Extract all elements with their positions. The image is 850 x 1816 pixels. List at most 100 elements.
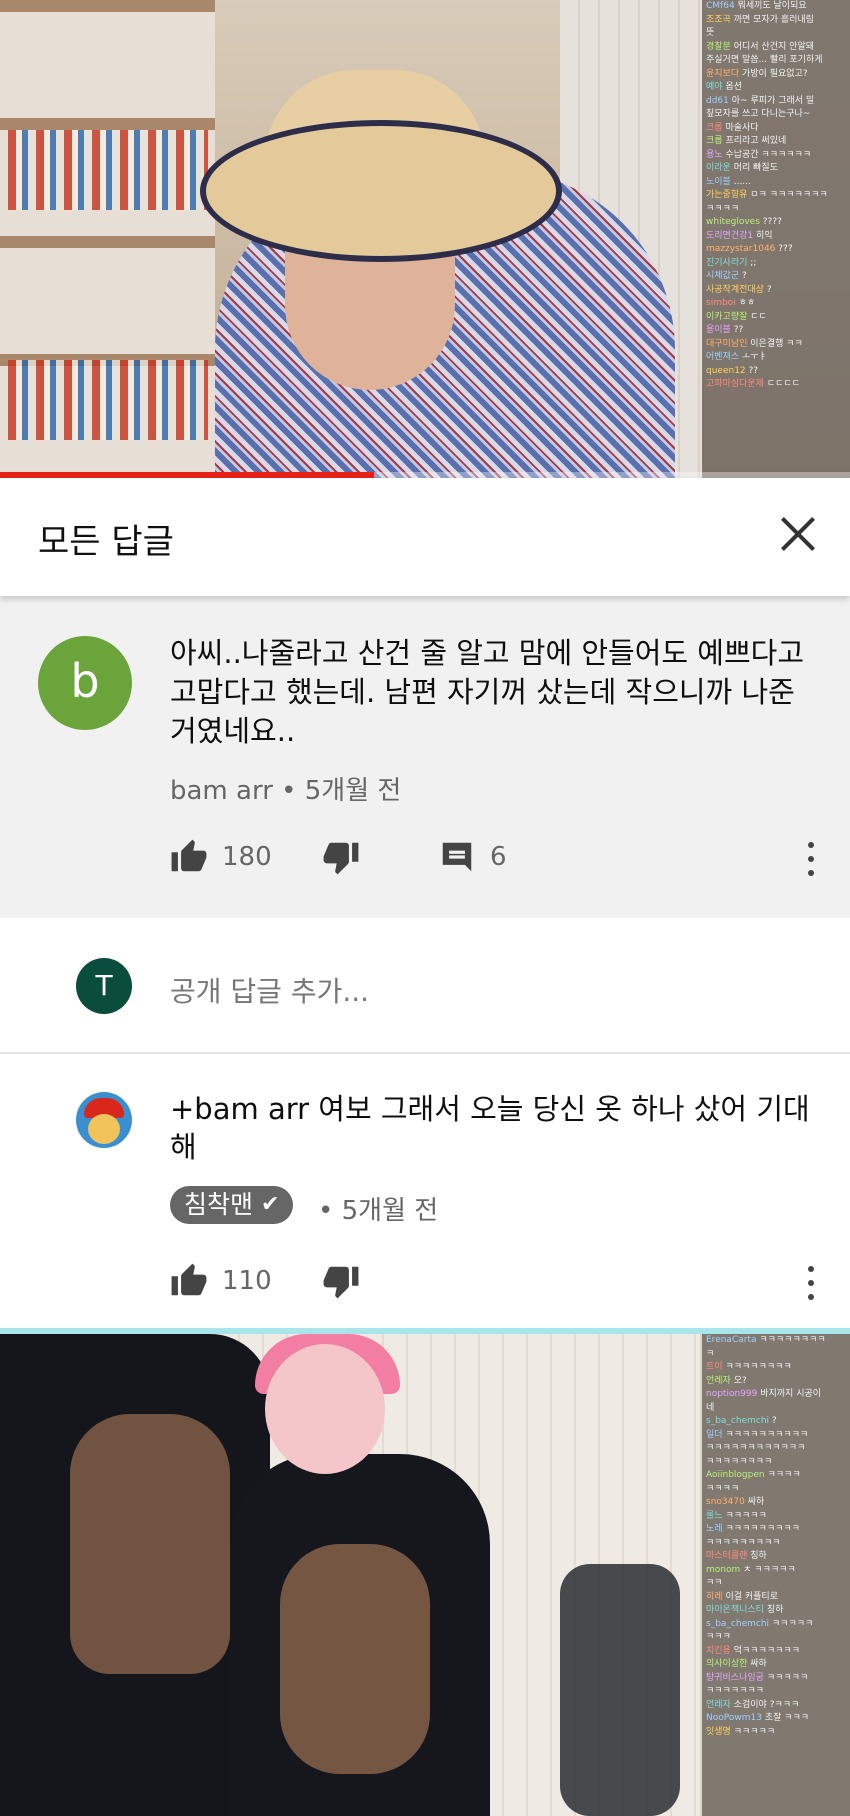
chat-message: 트이 ㅋㅋㅋㅋㅋㅋㅋㅋ <box>702 1361 850 1375</box>
chat-username: 도리면건강1 <box>706 230 754 241</box>
chat-username: NooPowm13 <box>706 1713 762 1723</box>
chat-username: 크롭 <box>706 122 723 133</box>
chat-message: NooPowm13 초잘 ㅋㅋㅋ <box>702 1712 850 1726</box>
like-button[interactable]: 110 <box>170 1262 272 1300</box>
chat-message: 노이블 ...... <box>702 176 850 190</box>
chat-username: 치킨용 <box>706 1645 731 1656</box>
chat-username: 트이 <box>706 1362 723 1372</box>
chat-message: 언레자 소검이야 ?ㅋㅋㅋ <box>702 1699 850 1713</box>
straw-hat-brim <box>200 120 562 262</box>
chat-username: 언레자 <box>706 1375 731 1386</box>
reply-input[interactable]: 공개 답글 추가... <box>170 970 369 1010</box>
chat-username: mazzystar1046 <box>706 244 776 254</box>
stream-chat-overlay: CMf64 뭐세끼도 날이되요 조조곡 까면 모자가 흘러내림 뜻 경찰분 어디서 산… <box>702 0 850 478</box>
chat-username: s_ba_chemchi <box>706 1618 770 1629</box>
chat-message: sno3470 싸하 <box>702 1496 850 1510</box>
add-reply-row[interactable]: T 공개 답글 추가... <box>0 918 850 1054</box>
chat-text: 어디서 산건지 안알돼 <box>733 41 814 52</box>
chat-username: queen12 <box>706 365 746 376</box>
chat-message: ㅋㅋㅋ <box>702 1631 850 1645</box>
chat-message: ㅋㅋ <box>702 1577 850 1591</box>
chat-text: 옵션 <box>725 82 742 92</box>
avatar: T <box>76 958 132 1014</box>
chat-text: ㅋㅋㅋㅋㅋㅋㅋㅋ <box>759 1335 826 1345</box>
more-options-icon[interactable] <box>806 1266 816 1302</box>
like-count: 180 <box>222 842 272 872</box>
chat-message: 진기사라기 ;; <box>702 257 850 271</box>
chat-message: ㅋㅋㅋㅋㅋㅋㅋㅋㅋ <box>702 1537 850 1551</box>
chat-text: ㅋㅋㅋㅋㅋㅋㅋㅋㅋㅋㅋㅋ <box>706 1443 806 1453</box>
chat-message: 윤지보다 가방이 필요없고? <box>702 68 850 82</box>
video-player-bottom[interactable]: ErenaCarta ㅋㅋㅋㅋㅋㅋㅋㅋㅋ 트이 ㅋㅋㅋㅋㅋㅋㅋㅋ 언레자 오? nop… <box>0 1328 850 1816</box>
reply-count-button[interactable]: 6 <box>438 838 507 876</box>
chat-message: 크롭 마술사다 <box>702 122 850 136</box>
shirt-print <box>280 1544 430 1774</box>
chat-text: ㅋㅋㅋㅋㅋㅋㅋㅋ <box>706 1456 773 1467</box>
chat-text: ㅊ ㅋㅋㅋㅋㅋ <box>743 1564 796 1575</box>
chat-message: 노레 ㅋㅋㅋㅋㅋㅋㅋㅋㅋ <box>702 1523 850 1537</box>
chat-text: 오? <box>733 1375 747 1386</box>
chat-text: ...... <box>733 176 751 187</box>
chat-message: noption999 바지까지 시공이 <box>702 1388 850 1402</box>
author-badge[interactable]: 침착맨 ✔ <box>170 1186 294 1224</box>
chat-message: CMf64 뭐세끼도 날이되요 <box>702 0 850 14</box>
chat-username: 진기사라기 <box>706 257 748 268</box>
meta-separator: • <box>318 1196 342 1226</box>
chat-username: 일더 <box>706 1429 723 1440</box>
chat-text: ? <box>766 284 772 295</box>
chat-message: 주실거면 말씀... 빨리 포기하게 <box>702 54 850 68</box>
chat-message: 이카고량잘 ㄷㄷ <box>702 311 850 325</box>
more-options-icon[interactable] <box>806 842 816 878</box>
comment-icon <box>442 842 472 872</box>
chat-text: 가방이 필요없고? <box>742 68 808 79</box>
comment-meta: bam arr • 5개월 전 <box>170 770 401 807</box>
chat-text: ??? <box>778 244 793 254</box>
chat-username: 이라운 <box>706 163 731 173</box>
chat-message: whitegloves ???? <box>702 216 850 230</box>
chat-text: 이걸 커플티로 <box>725 1591 778 1602</box>
comment-author: 침착맨 <box>184 1190 254 1219</box>
chat-message: 조조곡 까면 모자가 흘러내림 <box>702 14 850 28</box>
chat-text: 바지까지 시공이 <box>760 1389 822 1399</box>
chat-username: 이카고량잘 <box>706 311 748 322</box>
chat-message: 뜻 <box>702 27 850 41</box>
avatar[interactable] <box>76 1092 132 1148</box>
chat-username: 예야 <box>706 82 723 92</box>
stream-chat-overlay: ErenaCarta ㅋㅋㅋㅋㅋㅋㅋㅋㅋ 트이 ㅋㅋㅋㅋㅋㅋㅋㅋ 언레자 오? nop… <box>702 1334 850 1816</box>
chat-message: s_ba_chemchi ㅋㅋㅋㅋㅋ <box>702 1618 850 1632</box>
comment-author[interactable]: bam arr <box>170 776 273 806</box>
chat-text: ㅋㅋㅋㅋ <box>767 1470 801 1480</box>
chat-text: 싸하 <box>747 1497 765 1507</box>
replies-header: 모든 답글 <box>0 478 850 596</box>
chat-message: ㅋㅋㅋㅋ <box>702 1483 850 1497</box>
chat-username: CMf64 <box>706 1 735 11</box>
chat-message: 용이블 ?? <box>702 324 850 338</box>
chat-message: 용노 수납공간 ㅋㅋㅋㅋㅋㅋ <box>702 149 850 163</box>
video-player-top[interactable]: CMf64 뭐세끼도 날이되요 조조곡 까면 모자가 흘러내림 뜻 경찰분 어디서 산… <box>0 0 850 478</box>
close-icon[interactable] <box>770 506 826 562</box>
chat-message: 마스터클랜 칭하 <box>702 1550 850 1564</box>
dislike-button[interactable] <box>322 838 360 876</box>
chat-message: ㅋ <box>702 1348 850 1362</box>
chat-text: 까면 모자가 흘러내림 <box>733 14 814 25</box>
chat-text: 프리라고 써있네 <box>725 136 787 146</box>
chat-username: 노레 <box>706 1524 723 1534</box>
thumbs-up-icon <box>171 1263 207 1296</box>
chat-message: 경찰분 어디서 산건지 안알돼 <box>702 41 850 55</box>
office-chair <box>560 1564 680 1816</box>
chat-message: 가는중항유 ㅁㅋ ㅋㅋㅋㅋㅋㅋㅋ <box>702 189 850 203</box>
books-row <box>8 130 208 210</box>
chat-username: 용이블 <box>706 325 731 335</box>
like-button[interactable]: 180 <box>170 838 272 876</box>
chat-message: 의사이상한 싸하 <box>702 1658 850 1672</box>
dislike-button[interactable] <box>322 1262 360 1300</box>
chat-text: ㄷㄷ <box>750 311 767 322</box>
chat-text: ㅁㅋ ㅋㅋㅋㅋㅋㅋㅋ <box>750 190 828 200</box>
avatar[interactable]: b <box>38 636 132 730</box>
chat-message: 크롭 프리라고 써있네 <box>702 135 850 149</box>
chat-text: 짚모자를 쓰고 다니는구나~ <box>706 109 811 119</box>
chat-text: ㅋㅋㅋㅋ <box>706 203 740 214</box>
chat-text: 칭하 <box>766 1605 784 1615</box>
chat-message: 어벤져스 ㅗㅜㅑ <box>702 351 850 365</box>
chat-username: 히레 <box>706 1591 723 1602</box>
